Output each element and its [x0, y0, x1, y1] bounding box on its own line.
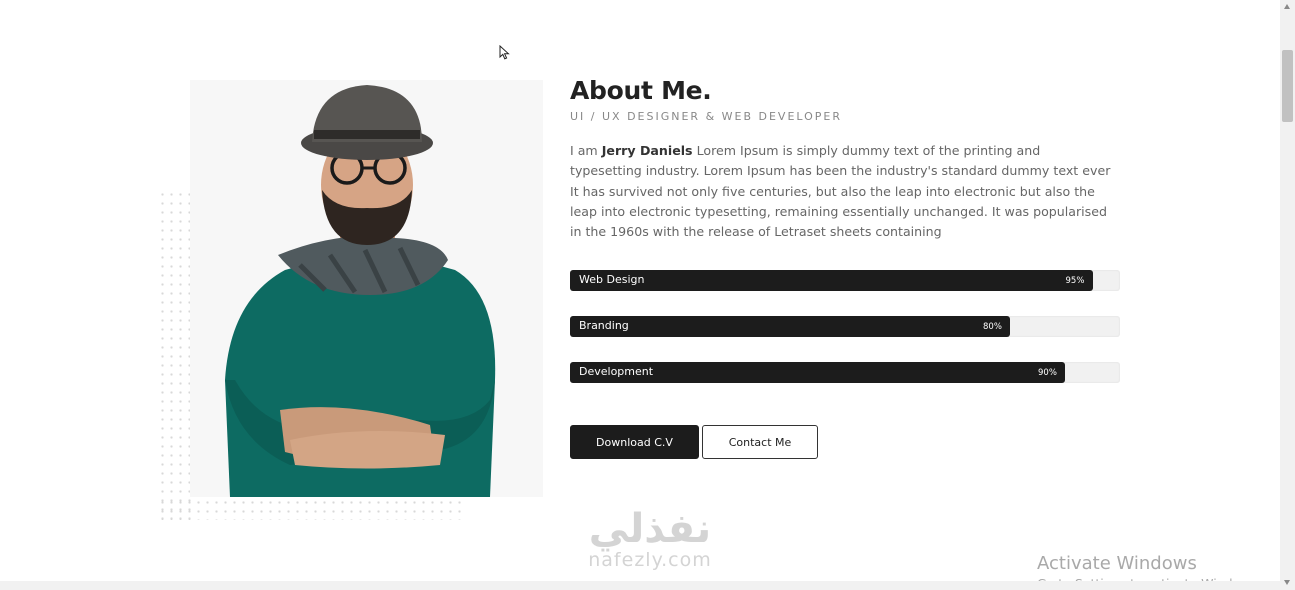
- download-cv-button[interactable]: Download C.V: [570, 425, 699, 459]
- page: About Me. UI / UX DESIGNER & WEB DEVELOP…: [0, 0, 1280, 590]
- watermark-latin: nafezly.com: [588, 549, 712, 571]
- subtitle: UI / UX DESIGNER & WEB DEVELOPER: [570, 110, 843, 123]
- about-section: About Me. UI / UX DESIGNER & WEB DEVELOP…: [570, 76, 1120, 242]
- bio-prefix: I am: [570, 143, 602, 158]
- skills-list: Web Design 95% Branding 80% Development …: [570, 270, 1120, 408]
- activate-windows-title: Activate Windows: [1037, 553, 1197, 574]
- vertical-scrollbar[interactable]: [1280, 0, 1295, 590]
- portrait-photo: [190, 80, 543, 497]
- skill-bar-web-design: Web Design 95%: [570, 270, 1120, 291]
- skill-fill: [570, 316, 1010, 337]
- skill-label: Development: [579, 365, 654, 378]
- dot-pattern-left: [158, 190, 194, 520]
- watermark-arabic: نفذلي: [588, 506, 712, 552]
- skill-percent: 95%: [1065, 276, 1085, 286]
- watermark-logo: نفذلي nafezly.com: [570, 505, 730, 571]
- skill-bar-development: Development 90%: [570, 362, 1120, 383]
- scroll-up-arrow-icon[interactable]: [1284, 4, 1290, 9]
- skill-label: Web Design: [579, 273, 645, 286]
- skill-bar-branding: Branding 80%: [570, 316, 1120, 337]
- scroll-down-arrow-icon[interactable]: [1284, 580, 1290, 585]
- action-buttons: Download C.V Contact Me: [570, 425, 818, 459]
- horizontal-scrollbar[interactable]: [0, 581, 1280, 590]
- scrollbar-thumb[interactable]: [1282, 50, 1293, 122]
- skill-percent: 80%: [983, 322, 1002, 332]
- dot-pattern-bottom: [158, 498, 463, 520]
- contact-me-button[interactable]: Contact Me: [702, 425, 818, 459]
- page-title: About Me.: [570, 76, 712, 105]
- skill-label: Branding: [579, 319, 629, 332]
- skill-percent: 90%: [1038, 368, 1057, 378]
- bio-name: Jerry Daniels: [601, 143, 693, 158]
- bio-paragraph: I am Jerry Daniels Lorem Ipsum is simply…: [570, 141, 1115, 242]
- skill-fill: [570, 270, 1093, 291]
- mouse-pointer-icon: [499, 44, 510, 64]
